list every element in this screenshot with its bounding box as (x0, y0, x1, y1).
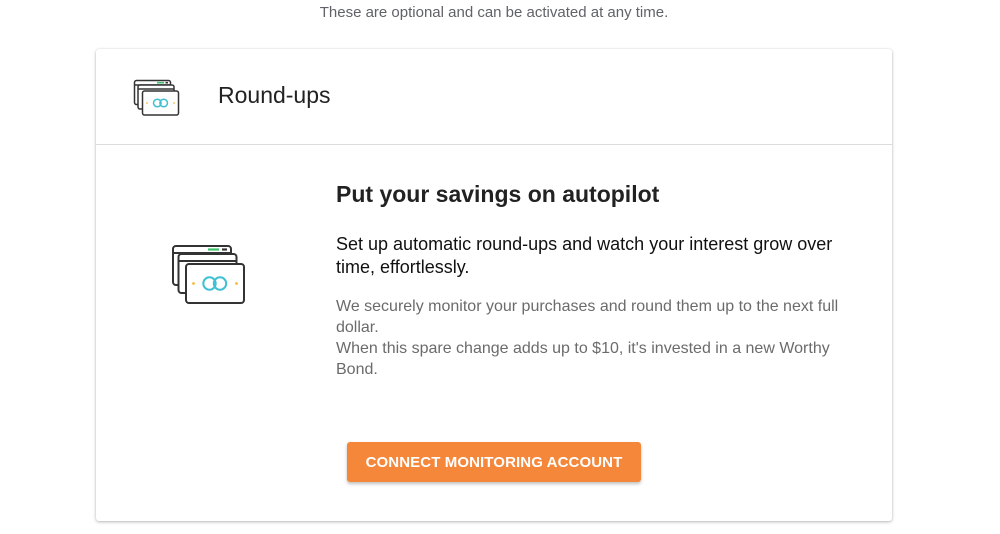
connect-monitoring-account-button[interactable]: CONNECT MONITORING ACCOUNT (347, 442, 641, 482)
cards-icon (133, 79, 180, 116)
card-header: Round-ups (96, 49, 892, 145)
card-title: Round-ups (218, 82, 331, 108)
detail-line: When this spare change adds up to $10, i… (336, 340, 830, 378)
content-headline: Put your savings on autopilot (336, 181, 660, 207)
card-content: Put your savings on autopilot Set up aut… (336, 179, 856, 380)
content-lead: Set up automatic round-ups and watch you… (336, 234, 833, 277)
content-detail: We securely monitor your purchases and r… (336, 296, 856, 380)
page-subtitle: These are optional and can be activated … (319, 4, 669, 21)
detail-line: We securely monitor your purchases and r… (336, 298, 839, 336)
cards-icon (172, 245, 245, 304)
round-ups-card: Round-ups Put your savings on autopilot … (96, 49, 892, 521)
